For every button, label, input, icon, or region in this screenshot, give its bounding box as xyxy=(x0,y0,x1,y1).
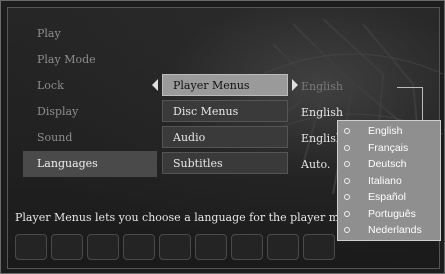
language-option-english[interactable]: English xyxy=(338,123,440,140)
language-option-espanol[interactable]: Español xyxy=(338,189,440,206)
right-arrow-icon[interactable] xyxy=(292,79,298,91)
option-label: Português xyxy=(368,207,416,220)
decorative-tile xyxy=(267,234,299,260)
menu-item-play-mode[interactable]: Play Mode xyxy=(23,47,157,73)
language-dropdown[interactable]: English Français Deutsch Italiano Españo… xyxy=(337,120,441,241)
submenu-row-subtitles[interactable]: Subtitles xyxy=(152,152,298,176)
radio-icon xyxy=(344,144,350,151)
dropdown-connector-vertical xyxy=(422,87,423,121)
radio-icon xyxy=(344,210,350,217)
menu-item-display[interactable]: Display xyxy=(23,99,157,125)
menu-item-lock[interactable]: Lock xyxy=(23,73,157,99)
radio-icon xyxy=(344,128,350,134)
decorative-tile xyxy=(231,234,263,260)
language-option-italiano[interactable]: Italiano xyxy=(338,173,440,190)
option-label: Nederlands xyxy=(368,224,422,236)
option-label: Français xyxy=(368,141,409,154)
menu-item-languages[interactable]: Languages xyxy=(23,151,157,177)
menu-item-sound[interactable]: Sound xyxy=(23,125,157,151)
decorative-tile xyxy=(123,234,155,260)
radio-icon xyxy=(344,194,350,200)
option-label: Español xyxy=(368,191,406,203)
option-label: Deutsch xyxy=(368,158,407,170)
language-option-francais[interactable]: Français xyxy=(338,140,440,157)
decorative-tile xyxy=(51,234,83,260)
submenu-item-disc-menus[interactable]: Disc Menus xyxy=(162,100,288,122)
decorative-tile xyxy=(15,234,47,260)
dvd-setup-screen: Play Play Mode Lock Display Sound Langua… xyxy=(0,0,445,274)
radio-icon xyxy=(344,161,350,167)
submenu-row-disc-menus[interactable]: Disc Menus xyxy=(152,100,298,124)
radio-icon xyxy=(344,227,350,233)
submenu-item-subtitles[interactable]: Subtitles xyxy=(162,152,288,174)
submenu-item-audio[interactable]: Audio xyxy=(162,126,288,148)
value-player-menus: English xyxy=(301,80,343,93)
decorative-tile xyxy=(159,234,191,260)
settings-category-menu: Play Play Mode Lock Display Sound Langua… xyxy=(23,21,157,177)
decorative-tile xyxy=(195,234,227,260)
radio-icon xyxy=(344,177,350,184)
left-arrow-icon[interactable] xyxy=(152,79,158,91)
language-option-portugues[interactable]: Português xyxy=(338,206,440,223)
decorative-tile xyxy=(87,234,119,260)
language-option-nederlands[interactable]: Nederlands xyxy=(338,222,440,239)
decorative-tile xyxy=(303,234,335,260)
value-subtitles: Auto. xyxy=(301,158,331,171)
submenu-row-player-menus[interactable]: Player Menus xyxy=(152,74,298,98)
submenu-item-player-menus[interactable]: Player Menus xyxy=(162,74,288,96)
option-label: Italiano xyxy=(368,174,402,187)
submenu-row-audio[interactable]: Audio xyxy=(152,126,298,150)
help-description: Player Menus lets you choose a language … xyxy=(15,211,337,224)
dropdown-connector xyxy=(397,87,423,88)
menu-item-play[interactable]: Play xyxy=(23,21,157,47)
language-option-deutsch[interactable]: Deutsch xyxy=(338,156,440,173)
option-label: English xyxy=(368,125,403,137)
